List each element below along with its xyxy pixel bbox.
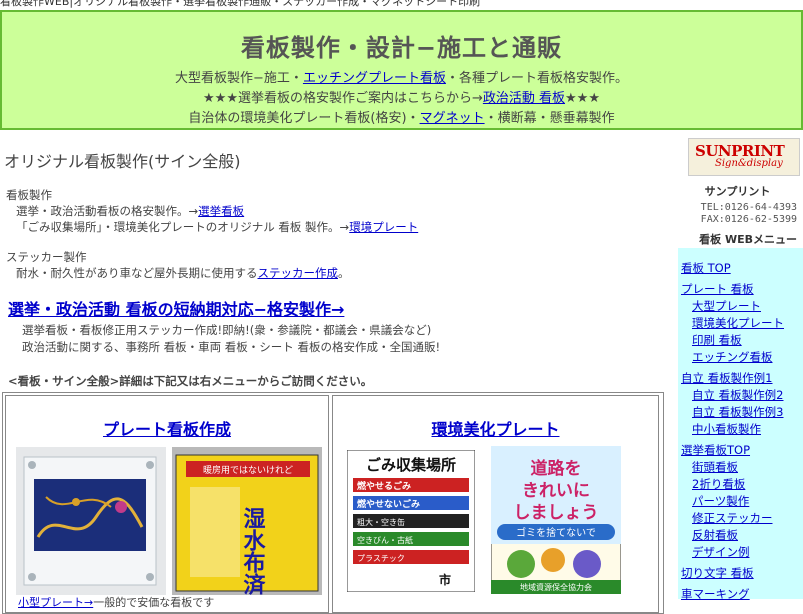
- banner-small-text: 暖房用ではないけれど: [203, 464, 293, 476]
- sidebar-menu-item[interactable]: 自立 看板製作例2: [692, 387, 783, 403]
- svg-text:燃やせるごみ: 燃やせるごみ: [357, 480, 411, 492]
- company-info-box: SUNPRINT Sign&display サンプリント TEL:0126-64…: [672, 130, 803, 248]
- sidebar-menu-item[interactable]: 切り文字 看板: [681, 565, 754, 581]
- etching-plate-link[interactable]: エッチングプレート看板: [303, 71, 446, 86]
- sidebar-menu-item[interactable]: 修正ステッカー: [692, 510, 773, 526]
- main-content: オリジナル看板製作(サイン全般) 看板製作 選挙・政治活動看板の格安製作。→選挙…: [0, 130, 666, 614]
- svg-text:地域資源保全協力会: 地域資源保全協力会: [520, 582, 592, 592]
- header-line-3: 自治体の環境美化プレート看板(格安)・マグネット・横断幕・懸垂幕製作: [188, 111, 615, 126]
- sidebar-menu-item[interactable]: 自立 看板製作例1: [681, 370, 772, 386]
- site-title: 看板製作・設計−施工と通販: [240, 34, 563, 62]
- sunprint-logo[interactable]: SUNPRINT Sign&display: [688, 138, 800, 176]
- company-name: サンプリント: [704, 185, 771, 198]
- right-sidebar: SUNPRINT Sign&display サンプリント TEL:0126-64…: [672, 130, 803, 602]
- sidebar-menu-item[interactable]: プレート 看板: [681, 281, 754, 297]
- sidebar-menu-item[interactable]: 車マーキング: [681, 586, 750, 602]
- svg-text:粗大・空き缶: 粗大・空き缶: [357, 517, 405, 527]
- sidebar-menu-item[interactable]: 反射看板: [692, 527, 738, 543]
- plate-sign-card: プレート看板作成 暖房用ではないけれど 湿水布済薬! 小型プレート→一般的で安価…: [5, 395, 329, 614]
- sidebar-menu-item[interactable]: 大型プレート: [692, 298, 761, 314]
- env-sign-image[interactable]: 道路を きれいに しましょう ゴミを捨てないで 地域資源保全協力会: [490, 445, 622, 595]
- svg-text:市: 市: [439, 572, 451, 587]
- env-plate-title-link[interactable]: 環境美化プレート: [333, 416, 658, 440]
- magnet-link[interactable]: マグネット: [420, 111, 485, 126]
- page-title: オリジナル看板製作(サイン全般): [4, 152, 241, 171]
- promo-description: 選挙看板・看板修正用ステッカー作成!即納!(衆・参議院・都議会・県議会など) 政…: [22, 323, 441, 354]
- small-plate-row: 小型プレート→一般的で安価な看板です: [18, 596, 215, 609]
- plate-sign-title-link[interactable]: プレート看板作成: [6, 416, 328, 440]
- svg-text:道路を: 道路を: [531, 458, 582, 479]
- sidebar-menu-item[interactable]: 街頭看板: [692, 459, 738, 475]
- small-plate-link[interactable]: 小型プレート→: [18, 596, 93, 609]
- section-heading: ステッカー製作: [6, 250, 87, 264]
- header-line-1: 大型看板製作−施工・エッチングプレート看板・各種プレート看板格安製作。: [175, 71, 628, 86]
- sidebar-menu-item[interactable]: デザイン例: [692, 544, 750, 560]
- garbage-title: ごみ収集場所: [366, 456, 456, 474]
- sidebar-menu-item[interactable]: パーツ製作: [692, 493, 749, 509]
- sidebar-menu-item[interactable]: 看板 TOP: [681, 260, 731, 276]
- guide-note: <看板・サイン全般>詳細は下記又は右メニューからご訪問ください。: [8, 374, 373, 388]
- sticker-link[interactable]: ステッカー作成: [258, 266, 339, 280]
- svg-text:しましょう: しましょう: [514, 503, 599, 523]
- sidebar-menu-item[interactable]: 環境美化プレート: [692, 315, 784, 331]
- election-promo-link[interactable]: 選挙・政治活動 看板の短納期対応−格安製作→: [8, 296, 344, 320]
- section-heading: 看板製作: [6, 188, 52, 202]
- contact-numbers: TEL:0126-64-4393 FAX:0126-62-5399: [700, 202, 797, 225]
- svg-text:きれいに: きれいに: [522, 481, 590, 501]
- svg-text:プラスチック: プラスチック: [357, 554, 405, 563]
- svg-text:燃やせないごみ: 燃やせないごみ: [357, 498, 420, 510]
- banner-main-text: 湿水布済薬!: [240, 507, 266, 595]
- political-sign-link[interactable]: 政治活動 看板: [483, 91, 565, 106]
- acrylic-plate-image[interactable]: [16, 447, 166, 595]
- sidebar-menu-item[interactable]: 自立 看板製作例3: [692, 404, 783, 420]
- yellow-banner-image[interactable]: 暖房用ではないけれど 湿水布済薬!: [172, 447, 322, 614]
- election-sign-link[interactable]: 選挙看板: [198, 204, 244, 218]
- header-banner: 看板製作・設計−施工と通販 大型看板製作−施工・エッチングプレート看板・各種プレ…: [0, 10, 803, 130]
- svg-text:空きびん・古紙: 空きびん・古紙: [357, 535, 413, 545]
- env-plate-link[interactable]: 環境プレート: [349, 220, 418, 234]
- sidebar-menu-item[interactable]: 中小看板製作: [692, 421, 761, 437]
- sidebar-menu: 看板 TOP プレート 看板 大型プレート 環境美化プレート 印刷 看板 エッチング看板自…: [678, 248, 803, 602]
- header-line-2: ★★★選挙看板の格安製作ご案内はこちらから→政治活動 看板★★★: [203, 91, 600, 106]
- svg-text:ゴミを捨てないで: ゴミを捨てないで: [516, 526, 596, 539]
- sidebar-menu-item[interactable]: 選挙看板TOP: [681, 442, 750, 458]
- sidebar-menu-item[interactable]: 印刷 看板: [692, 332, 742, 348]
- sidebar-menu-item[interactable]: エッチング看板: [692, 349, 773, 365]
- signboard-section: 看板製作 選挙・政治活動看板の格安製作。→選挙看板 「ごみ収集場所」・環境美化プ…: [6, 188, 419, 234]
- menu-title: 看板 WEBメニュー: [699, 233, 797, 246]
- garbage-sign-image[interactable]: ごみ収集場所 燃やせるごみ 燃やせないごみ 粗大・空き缶 空きびん・古紙 プラス…: [346, 449, 476, 593]
- sidebar-menu-item[interactable]: 2折り看板: [692, 476, 745, 492]
- env-plate-card: 環境美化プレート ごみ収集場所 燃やせるごみ 燃やせないごみ 粗大・空き缶 空き…: [332, 395, 659, 613]
- product-grid: プレート看板作成 暖房用ではないけれど 湿水布済薬! 小型プレート→一般的で安価…: [2, 392, 664, 614]
- sticker-section: ステッカー製作 耐水・耐久性があり車など屋外長期に使用するステッカー作成。: [6, 250, 350, 280]
